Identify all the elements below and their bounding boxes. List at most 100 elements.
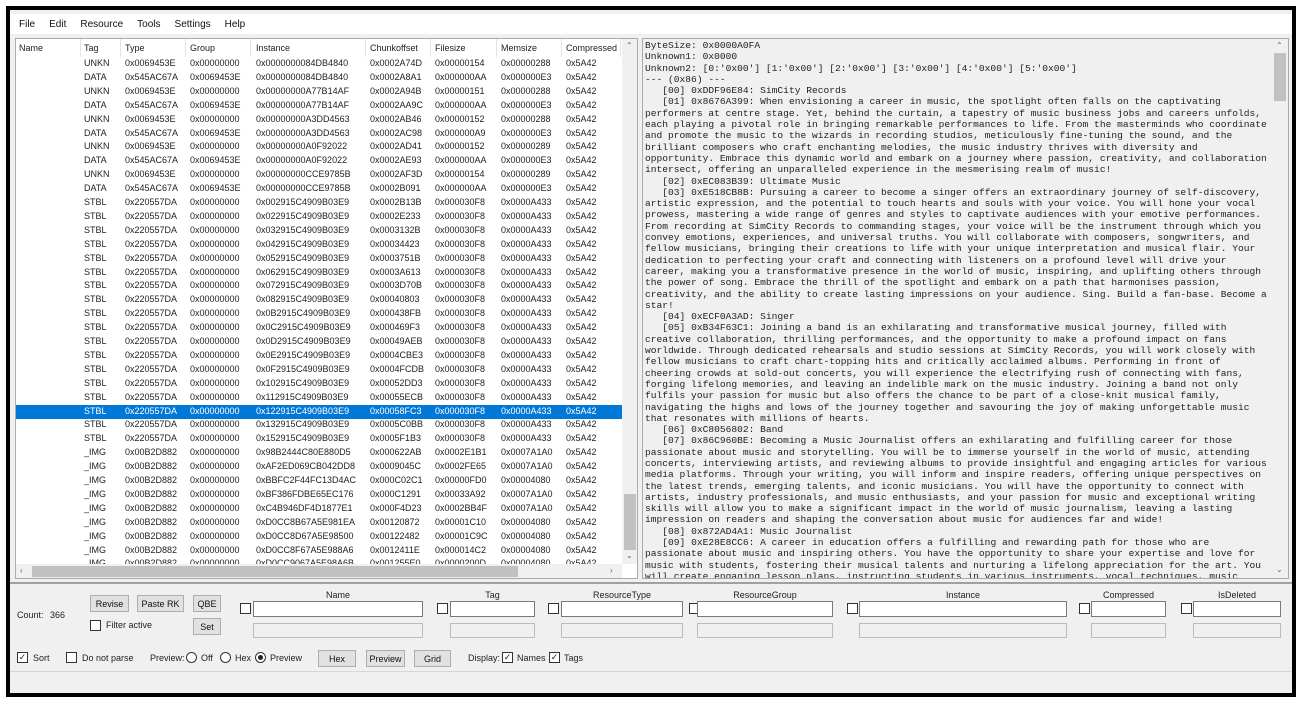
- table-row[interactable]: STBL 0x220557DA 0x00000000 0x072915C4909B03…: [16, 279, 622, 293]
- table-row[interactable]: STBL 0x220557DA 0x00000000 0x0B2915C4909B03…: [16, 307, 622, 321]
- table-vertical-scrollbar[interactable]: ⌃ ⌄: [622, 39, 637, 564]
- filter-resourcegroup-value[interactable]: [697, 623, 833, 638]
- table-row[interactable]: _IMG 0x00B2D882 0x00000000 0x98B2444C80E880…: [16, 446, 622, 460]
- filter-tag-value[interactable]: [450, 623, 535, 638]
- column-separator[interactable]: [561, 39, 562, 57]
- column-separator[interactable]: [430, 39, 431, 57]
- menu-tools[interactable]: Tools: [137, 19, 160, 30]
- table-row[interactable]: _IMG 0x00B2D882 0x00000000 0xAF2ED069CB042D…: [16, 460, 622, 474]
- filter-name-value[interactable]: [253, 623, 423, 638]
- table-row[interactable]: STBL 0x220557DA 0x00000000 0x022915C4909B03…: [16, 210, 622, 224]
- column-header-filesize[interactable]: Filesize: [435, 43, 466, 53]
- table-row[interactable]: STBL 0x220557DA 0x00000000 0x002915C4909B03…: [16, 196, 622, 210]
- preview-button[interactable]: Preview: [366, 650, 405, 667]
- qbe-button[interactable]: QBE: [193, 595, 221, 612]
- scroll-up-icon[interactable]: ⌃: [1276, 41, 1283, 50]
- table-row[interactable]: UNKN 0x0069453E 0x00000000 0x00000000A3DD45…: [16, 113, 622, 127]
- column-separator[interactable]: [365, 39, 366, 57]
- column-header-group[interactable]: Group: [190, 43, 215, 53]
- table-row[interactable]: STBL 0x220557DA 0x00000000 0x062915C4909B03…: [16, 266, 622, 280]
- scroll-left-icon[interactable]: ‹: [20, 566, 23, 575]
- column-header-compressed[interactable]: Compressed: [566, 43, 617, 53]
- table-row[interactable]: _IMG 0x00B2D882 0x00000000 0xD0CC8B67A5E981…: [16, 516, 622, 530]
- table-row[interactable]: UNKN 0x0069453E 0x00000000 0x0000000084DB48…: [16, 57, 622, 71]
- set-button[interactable]: Set: [193, 618, 221, 635]
- scroll-right-icon[interactable]: ›: [610, 566, 613, 575]
- filter-resourcetype-checkbox[interactable]: [548, 603, 559, 614]
- filter-tag-checkbox[interactable]: [437, 603, 448, 614]
- hex-button[interactable]: Hex: [318, 650, 356, 667]
- table-row[interactable]: STBL 0x220557DA 0x00000000 0x032915C4909B03…: [16, 224, 622, 238]
- table-row[interactable]: UNKN 0x0069453E 0x00000000 0x00000000A0F920…: [16, 140, 622, 154]
- column-separator[interactable]: [120, 39, 121, 57]
- filter-resourcetype-value[interactable]: [561, 623, 683, 638]
- filter-name-input[interactable]: [253, 601, 423, 617]
- paste-rk-button[interactable]: Paste RK: [137, 595, 184, 612]
- preview-text-panel[interactable]: ByteSize: 0x0000A0FA Unknown1: 0x0000 Unkn…: [642, 38, 1289, 579]
- table-row[interactable]: _IMG 0x00B2D882 0x00000000 0xD0CC9067A5E98A…: [16, 557, 622, 564]
- filter-isdeleted-input[interactable]: [1193, 601, 1281, 617]
- preview-preview-radio[interactable]: [255, 652, 266, 663]
- filter-compressed-checkbox[interactable]: [1079, 603, 1090, 614]
- filter-compressed-value[interactable]: [1091, 623, 1166, 638]
- splitter[interactable]: [10, 582, 1292, 584]
- menu-settings[interactable]: Settings: [175, 19, 211, 30]
- table-row[interactable]: DATA 0x545AC67A 0x0069453E 0x0000000084DB48…: [16, 71, 622, 85]
- column-separator[interactable]: [185, 39, 186, 57]
- grid-button[interactable]: Grid: [414, 650, 451, 667]
- table-row[interactable]: UNKN 0x0069453E 0x00000000 0x00000000CCE978…: [16, 168, 622, 182]
- table-row[interactable]: STBL 0x220557DA 0x00000000 0x082915C4909B03…: [16, 293, 622, 307]
- preview-off-radio[interactable]: [186, 652, 197, 663]
- table-row[interactable]: STBL 0x220557DA 0x00000000 0x112915C4909B03…: [16, 391, 622, 405]
- table-row[interactable]: DATA 0x545AC67A 0x0069453E 0x00000000CCE978…: [16, 182, 622, 196]
- table-row[interactable]: STBL 0x220557DA 0x00000000 0x0F2915C4909B03…: [16, 363, 622, 377]
- menu-edit[interactable]: Edit: [49, 19, 66, 30]
- column-header-memsize[interactable]: Memsize: [501, 43, 537, 53]
- table-row[interactable]: STBL 0x220557DA 0x00000000 0x0C2915C4909B03…: [16, 321, 622, 335]
- filter-isdeleted-checkbox[interactable]: [1181, 603, 1192, 614]
- filter-instance-input[interactable]: [859, 601, 1067, 617]
- table-row[interactable]: _IMG 0x00B2D882 0x00000000 0xD0CC8F67A5E988…: [16, 544, 622, 558]
- column-separator[interactable]: [496, 39, 497, 57]
- filter-instance-checkbox[interactable]: [847, 603, 858, 614]
- table-row[interactable]: DATA 0x545AC67A 0x0069453E 0x00000000A0F920…: [16, 154, 622, 168]
- column-header-instance[interactable]: Instance: [256, 43, 290, 53]
- table-row[interactable]: UNKN 0x0069453E 0x00000000 0x00000000A77B14…: [16, 85, 622, 99]
- menu-file[interactable]: File: [19, 19, 35, 30]
- table-row[interactable]: DATA 0x545AC67A 0x0069453E 0x00000000A3DD45…: [16, 127, 622, 141]
- scrollbar-thumb[interactable]: [32, 566, 518, 577]
- table-row[interactable]: STBL 0x220557DA 0x00000000 0x132915C4909B03…: [16, 418, 622, 432]
- menu-help[interactable]: Help: [225, 19, 246, 30]
- column-separator[interactable]: [80, 39, 81, 57]
- revise-button[interactable]: Revise: [90, 595, 129, 612]
- filter-tag-input[interactable]: [450, 601, 535, 617]
- scroll-up-icon[interactable]: ⌃: [626, 41, 633, 50]
- column-separator[interactable]: [250, 39, 251, 57]
- preview-hex-radio[interactable]: [220, 652, 231, 663]
- table-horizontal-scrollbar[interactable]: ‹ ›: [16, 564, 622, 578]
- table-row[interactable]: _IMG 0x00B2D882 0x00000000 0xBF386FDBE65EC1…: [16, 488, 622, 502]
- table-row[interactable]: STBL 0x220557DA 0x00000000 0x122915C4909B03…: [16, 404, 622, 419]
- filter-resourcetype-input[interactable]: [561, 601, 683, 617]
- do-not-parse-checkbox[interactable]: [66, 652, 77, 663]
- table-row[interactable]: DATA 0x545AC67A 0x0069453E 0x00000000A77B14…: [16, 99, 622, 113]
- scroll-down-icon[interactable]: ⌄: [626, 551, 633, 560]
- preview-vertical-scrollbar[interactable]: ⌃ ⌄: [1272, 39, 1288, 578]
- column-header-tag[interactable]: Tag: [84, 43, 99, 53]
- filter-compressed-input[interactable]: [1091, 601, 1166, 617]
- filter-name-checkbox[interactable]: [240, 603, 251, 614]
- filter-instance-value[interactable]: [859, 623, 1067, 638]
- table-row[interactable]: _IMG 0x00B2D882 0x00000000 0xD0CC8D67A5E985…: [16, 530, 622, 544]
- scrollbar-thumb[interactable]: [1274, 53, 1286, 101]
- scrollbar-thumb[interactable]: [624, 494, 636, 550]
- filter-resourcegroup-input[interactable]: [697, 601, 833, 617]
- names-checkbox[interactable]: ✓: [502, 652, 513, 663]
- scroll-down-icon[interactable]: ⌄: [1276, 565, 1283, 574]
- sort-checkbox[interactable]: ✓: [17, 652, 28, 663]
- table-row[interactable]: STBL 0x220557DA 0x00000000 0x152915C4909B03…: [16, 432, 622, 446]
- table-row[interactable]: STBL 0x220557DA 0x00000000 0x042915C4909B03…: [16, 238, 622, 252]
- column-header-name[interactable]: Name: [19, 43, 43, 53]
- table-row[interactable]: _IMG 0x00B2D882 0x00000000 0xBBFC2F44FC13D4…: [16, 474, 622, 488]
- column-header-chunkoffset[interactable]: Chunkoffset: [370, 43, 418, 53]
- filter-isdeleted-value[interactable]: [1193, 623, 1281, 638]
